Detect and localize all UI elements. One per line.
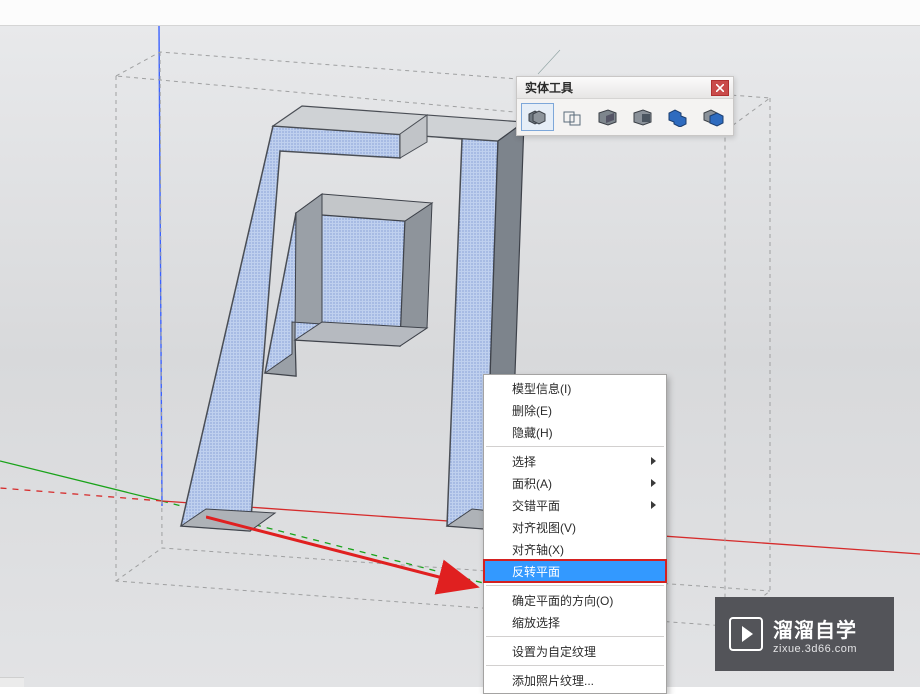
menu-align-view[interactable]: 对齐视图(V) xyxy=(484,516,666,538)
solid-intersect-button[interactable] xyxy=(696,103,729,131)
menu-reverse-faces[interactable]: 反转平面 xyxy=(484,560,666,582)
toolbar-title: 实体工具 xyxy=(525,79,573,96)
3d-viewport[interactable] xyxy=(0,26,920,687)
menu-separator xyxy=(486,585,664,586)
scene-3d xyxy=(0,26,920,687)
menu-model-info[interactable]: 模型信息(I) xyxy=(484,377,666,399)
menu-intersect-faces[interactable]: 交错平面 xyxy=(484,494,666,516)
play-icon xyxy=(729,617,763,651)
menu-zoom-selection[interactable]: 缩放选择 xyxy=(484,611,666,633)
solid-outer-shell-button[interactable] xyxy=(521,103,554,131)
menu-set-unique-texture[interactable]: 设置为自定纹理 xyxy=(484,640,666,662)
toolbar-titlebar[interactable]: 实体工具 xyxy=(517,77,733,99)
menu-align-axes[interactable]: 对齐轴(X) xyxy=(484,538,666,560)
solid-tools-toolbar[interactable]: 实体工具 xyxy=(516,76,734,136)
face-context-menu[interactable]: 模型信息(I) 删除(E) 隐藏(H) 选择 面积(A) 交错平面 对齐视图(V… xyxy=(483,374,667,694)
solid-intersect-icon xyxy=(701,107,725,127)
menu-separator xyxy=(486,446,664,447)
application-topbar xyxy=(0,0,920,26)
watermark-badge: 溜溜自学 zixue.3d66.com xyxy=(715,597,894,671)
menu-hide[interactable]: 隐藏(H) xyxy=(484,421,666,443)
solid-subtract-button[interactable] xyxy=(591,103,624,131)
menu-select[interactable]: 选择 xyxy=(484,450,666,472)
close-icon xyxy=(716,84,724,92)
statusbar-fragment xyxy=(0,677,24,687)
solid-union-button[interactable] xyxy=(661,103,694,131)
solid-trim-button[interactable] xyxy=(626,103,659,131)
watermark-brand: 溜溜自学 xyxy=(773,614,857,643)
menu-area[interactable]: 面积(A) xyxy=(484,472,666,494)
solid-subtract-icon xyxy=(596,107,620,127)
solid-split-button[interactable] xyxy=(556,103,589,131)
toolbar-close-button[interactable] xyxy=(711,80,729,96)
watermark-url: zixue.3d66.com xyxy=(773,643,857,655)
solid-outer-shell-icon xyxy=(526,107,550,127)
toolbar-body xyxy=(517,99,733,135)
menu-orient-faces[interactable]: 确定平面的方向(O) xyxy=(484,589,666,611)
solid-trim-icon xyxy=(631,107,655,127)
solid-union-icon xyxy=(666,107,690,127)
solid-split-icon xyxy=(561,107,585,127)
menu-delete[interactable]: 删除(E) xyxy=(484,399,666,421)
menu-add-photo-texture[interactable]: 添加照片纹理... xyxy=(484,669,666,691)
menu-separator xyxy=(486,636,664,637)
menu-separator xyxy=(486,665,664,666)
